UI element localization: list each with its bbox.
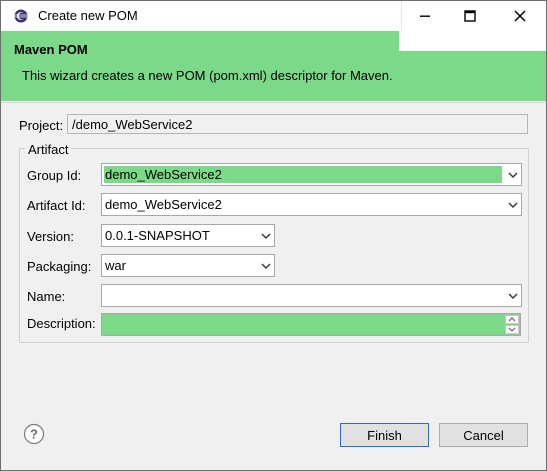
chevron-down-icon[interactable] bbox=[507, 290, 519, 302]
packaging-value: war bbox=[105, 258, 126, 273]
chevron-down-icon[interactable] bbox=[260, 260, 272, 272]
version-label: Version: bbox=[27, 229, 74, 244]
svg-text:?: ? bbox=[30, 427, 38, 442]
scroll-down-button[interactable] bbox=[505, 325, 519, 334]
packaging-combo[interactable]: war bbox=[101, 254, 275, 277]
project-field: /demo_WebService2 bbox=[67, 114, 528, 134]
artifact-group-title: Artifact bbox=[25, 142, 72, 157]
version-combo[interactable]: 0.0.1-SNAPSHOT bbox=[101, 224, 275, 247]
name-combo[interactable] bbox=[101, 284, 522, 307]
help-icon[interactable]: ? bbox=[23, 423, 45, 445]
version-value: 0.0.1-SNAPSHOT bbox=[105, 228, 210, 243]
close-button[interactable] bbox=[493, 1, 546, 31]
banner-corner bbox=[399, 31, 546, 51]
artifact-id-label: Artifact Id: bbox=[27, 198, 86, 213]
group-id-label: Group Id: bbox=[27, 168, 82, 183]
group-id-value: demo_WebService2 bbox=[104, 166, 502, 183]
maximize-button[interactable] bbox=[447, 1, 493, 31]
chevron-up-icon bbox=[508, 317, 516, 322]
artifact-id-value: demo_WebService2 bbox=[105, 197, 222, 212]
finish-button[interactable]: Finish bbox=[340, 423, 429, 447]
cancel-button[interactable]: Cancel bbox=[439, 423, 528, 447]
description-field[interactable] bbox=[101, 313, 521, 336]
group-id-combo[interactable]: demo_WebService2 bbox=[101, 163, 522, 186]
close-icon bbox=[513, 10, 526, 22]
minimize-button[interactable] bbox=[401, 1, 448, 31]
eclipse-icon bbox=[14, 9, 28, 23]
banner-title: Maven POM bbox=[14, 42, 88, 57]
maximize-icon bbox=[464, 10, 476, 22]
chevron-down-icon[interactable] bbox=[507, 169, 519, 181]
minimize-icon bbox=[420, 15, 430, 17]
chevron-down-icon bbox=[508, 327, 516, 332]
description-label: Description: bbox=[27, 316, 96, 331]
banner-description: This wizard creates a new POM (pom.xml) … bbox=[22, 68, 393, 83]
packaging-label: Packaging: bbox=[27, 259, 92, 274]
dialog-window: Create new POM Maven POM This wizard cre… bbox=[0, 0, 547, 471]
artifact-id-combo[interactable]: demo_WebService2 bbox=[101, 193, 522, 216]
title-bar: Create new POM bbox=[1, 1, 546, 31]
chevron-down-icon[interactable] bbox=[507, 199, 519, 211]
window-title: Create new POM bbox=[38, 8, 138, 23]
name-label: Name: bbox=[27, 289, 66, 304]
scroll-up-button[interactable] bbox=[505, 315, 519, 324]
chevron-down-icon[interactable] bbox=[260, 230, 272, 242]
project-label: Project: bbox=[19, 118, 64, 133]
